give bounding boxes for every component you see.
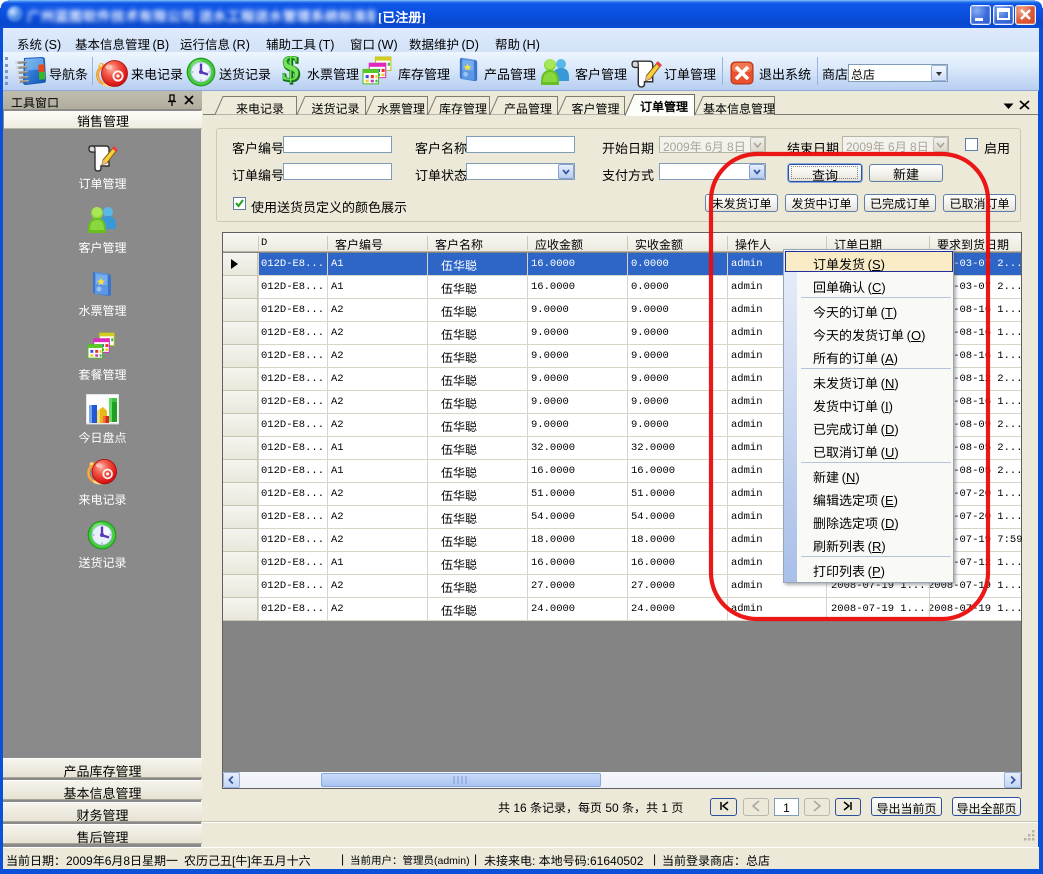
- svg-text:$: $: [282, 56, 300, 88]
